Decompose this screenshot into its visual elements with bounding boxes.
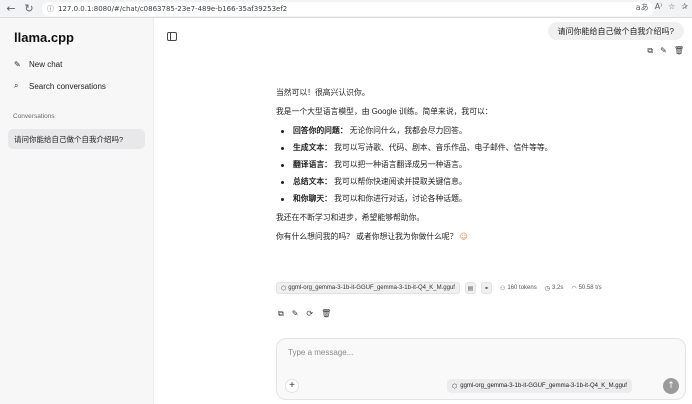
search-label: Search conversations bbox=[29, 81, 106, 91]
generation-time-text: 3.2s bbox=[551, 285, 564, 291]
edit-icon: ✎ bbox=[14, 60, 21, 69]
assistant-closing-text: 你有什么想问我的吗？ 或者你想让我为你做什么呢？ bbox=[276, 232, 458, 241]
sidebar: llama.cpp ✎ New chat ⌕ Search conversati… bbox=[0, 18, 154, 404]
list-item: 和你聊天： 我可以和你进行对话，讨论各种话题。 bbox=[276, 194, 616, 204]
list-item-title: 和你聊天： bbox=[293, 194, 332, 203]
assistant-message-actions: ⧉ ✎ ⟳ 🗑 bbox=[278, 309, 331, 319]
back-icon[interactable]: ← bbox=[4, 2, 18, 16]
read-aloud-icon[interactable]: A⁾ bbox=[655, 2, 662, 13]
favorite-icon[interactable]: ☆ bbox=[668, 2, 675, 13]
model-selector[interactable]: ⬡ ggml-org_gemma-3-1b-it-GGUF_gemma-3-1b… bbox=[447, 379, 632, 393]
edit-icon[interactable]: ✎ bbox=[660, 46, 667, 56]
browser-toolbar: ← ↻ ⓘ 127.0.0.1:8080/#/chat/c0863785-23e… bbox=[0, 0, 692, 18]
list-item-text: 无论你问什么，我都会尽力回答。 bbox=[349, 126, 467, 135]
attach-button[interactable]: + bbox=[285, 379, 299, 393]
model-badge[interactable]: ⬡ ggml-org_gemma-3-1b-it-GGUF_gemma-3-1b… bbox=[276, 282, 460, 294]
user-message: 请问你能给自己做个自我介绍吗? bbox=[547, 22, 684, 40]
browser-actions: a͏あ A⁾ ☆ ✰ bbox=[636, 2, 688, 13]
vision-mode-icon[interactable]: ⚭ bbox=[480, 282, 492, 294]
list-item-text: 我可以写诗歌、代码、剧本、音乐作品、电子邮件、信件等等。 bbox=[334, 143, 553, 152]
assistant-paragraph: 你有什么想问我的吗？ 或者你想让我为你做什么呢？ ☺ bbox=[276, 232, 616, 242]
info-icon[interactable]: ⓘ bbox=[47, 4, 54, 14]
delete-icon[interactable]: 🗑 bbox=[321, 309, 331, 319]
message-composer: + ⬡ ggml-org_gemma-3-1b-it-GGUF_gemma-3-… bbox=[276, 338, 686, 400]
list-item: 生成文本： 我可以写诗歌、代码、剧本、音乐作品、电子邮件、信件等等。 bbox=[276, 143, 616, 153]
text-mode-icon[interactable]: ▤ bbox=[464, 282, 476, 294]
list-item-title: 翻译语言： bbox=[293, 160, 332, 169]
clock-icon: ◷ bbox=[544, 284, 550, 292]
user-message-actions: ⧉ ✎ 🗑 bbox=[647, 46, 684, 56]
conversation-item[interactable]: 请问你能给自己做个自我介绍吗? bbox=[8, 129, 145, 149]
copy-icon[interactable]: ⧉ bbox=[647, 46, 653, 56]
delete-icon[interactable]: 🗑 bbox=[674, 46, 684, 56]
generation-speed-text: 50.58 t/s bbox=[578, 285, 602, 291]
app-title: llama.cpp bbox=[14, 30, 74, 45]
list-item: 回答你的问题： 无论你问什么，我都会尽力回答。 bbox=[276, 126, 616, 136]
model-selector-label: ggml-org_gemma-3-1b-it-GGUF_gemma-3-1b-i… bbox=[460, 383, 627, 389]
message-meta: ⬡ ggml-org_gemma-3-1b-it-GGUF_gemma-3-1b… bbox=[276, 282, 602, 294]
edit-icon[interactable]: ✎ bbox=[292, 309, 299, 319]
gauge-icon: ◠ bbox=[571, 284, 577, 292]
assistant-paragraph: 我是一个大型语言模型，由 Google 训练。简单来说，我可以： bbox=[276, 107, 493, 116]
list-item-text: 我可以帮你快速阅读并提取关键信息。 bbox=[334, 177, 467, 186]
list-item: 翻译语言： 我可以把一种语言翻译成另一种语言。 bbox=[276, 160, 616, 170]
conversation-title: 请问你能给自己做个自我介绍吗? bbox=[14, 134, 124, 144]
list-item-title: 生成文本： bbox=[293, 143, 332, 152]
sidebar-toggle-icon[interactable] bbox=[167, 32, 177, 41]
copy-icon[interactable]: ⧉ bbox=[278, 309, 284, 319]
assistant-list: 回答你的问题： 无论你问什么，我都会尽力回答。 生成文本： 我可以写诗歌、代码、… bbox=[276, 126, 616, 204]
assistant-paragraph: 我还在不断学习和进步，希望能够帮助你。 bbox=[276, 213, 425, 222]
list-item-text: 我可以把一种语言翻译成另一种语言。 bbox=[334, 160, 467, 169]
token-count: ⚇ 160 tokens bbox=[500, 285, 537, 292]
list-item-text: 我可以和你进行对话，讨论各种话题。 bbox=[334, 194, 467, 203]
extensions-icon[interactable]: ✰ bbox=[681, 2, 688, 13]
list-item: 总结文本： 我可以帮你快速阅读并提取关键信息。 bbox=[276, 177, 616, 187]
list-item-title: 回答你的问题： bbox=[293, 126, 348, 135]
send-button[interactable]: ↑ bbox=[663, 378, 679, 394]
cube-icon: ⬡ bbox=[452, 382, 458, 390]
address-bar[interactable]: ⓘ 127.0.0.1:8080/#/chat/c0863785-23e7-48… bbox=[42, 1, 654, 16]
new-chat-label: New chat bbox=[29, 60, 63, 69]
new-chat-button[interactable]: ✎ New chat bbox=[14, 60, 62, 69]
generation-speed: ◠ 50.58 t/s bbox=[571, 285, 601, 292]
list-item-title: 总结文本： bbox=[293, 177, 332, 186]
search-icon: ⌕ bbox=[14, 81, 19, 90]
translate-icon[interactable]: a͏あ bbox=[636, 2, 649, 13]
search-conversations-button[interactable]: ⌕ Search conversations bbox=[14, 81, 106, 91]
generation-time: ◷ 3.2s bbox=[545, 285, 564, 292]
message-input[interactable] bbox=[288, 348, 588, 357]
token-count-text: 160 tokens bbox=[507, 285, 537, 291]
assistant-paragraph: 当然可以！很高兴认识你。 bbox=[276, 88, 370, 97]
url-text: 127.0.0.1:8080/#/chat/c0863785-23e7-489e… bbox=[58, 4, 288, 13]
reload-icon[interactable]: ↻ bbox=[22, 2, 36, 16]
tokens-icon: ⚇ bbox=[499, 284, 506, 292]
regenerate-icon[interactable]: ⟳ bbox=[306, 309, 313, 319]
cube-icon: ⬡ bbox=[281, 284, 287, 292]
smile-emoji-icon: ☺ bbox=[459, 232, 468, 241]
assistant-message: 当然可以！很高兴认识你。 我是一个大型语言模型，由 Google 训练。简单来说… bbox=[276, 88, 616, 251]
conversations-heading: Conversations bbox=[13, 113, 55, 120]
model-name: ggml-org_gemma-3-1b-it-GGUF_gemma-3-1b-i… bbox=[288, 285, 455, 291]
